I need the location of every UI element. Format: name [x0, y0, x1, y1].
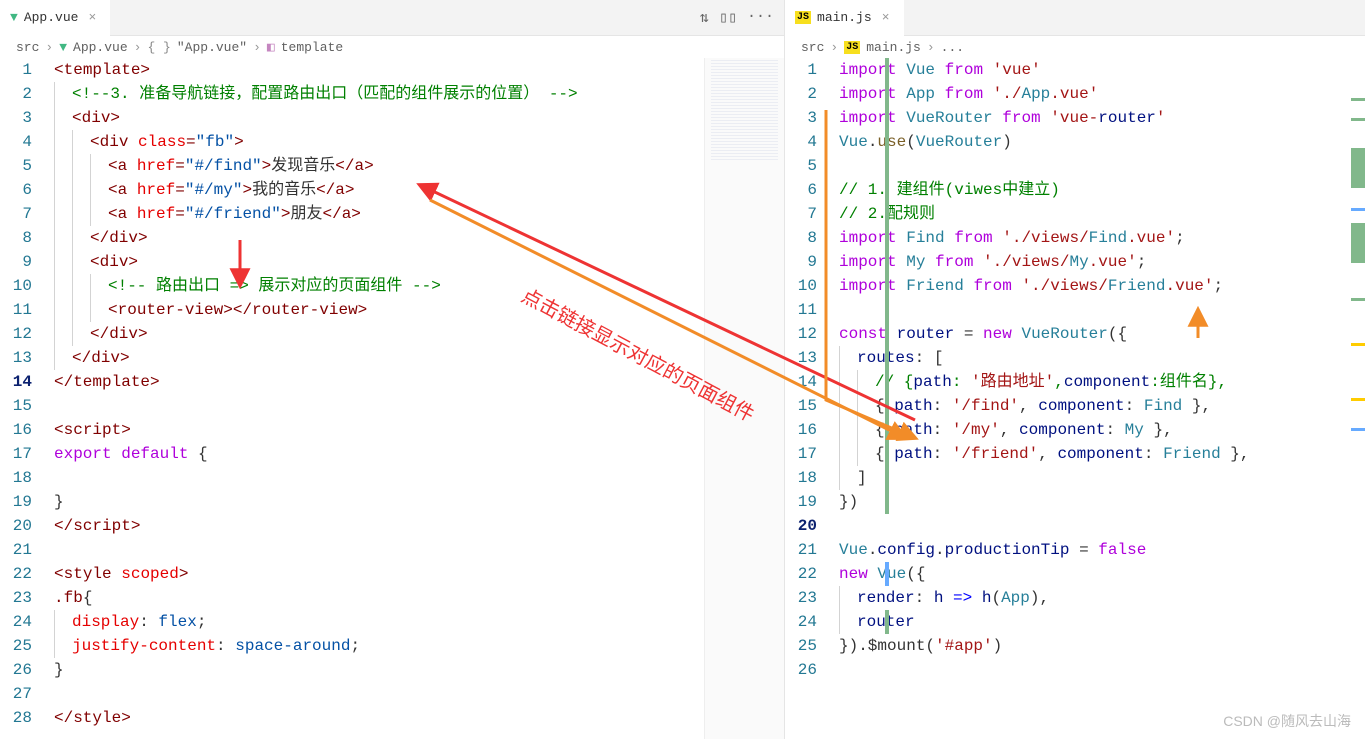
tab-app-vue[interactable]: ▼ App.vue ×	[0, 0, 110, 36]
code-line[interactable]: </div>	[54, 322, 704, 346]
code-line[interactable]: import App from './App.vue'	[839, 82, 1351, 106]
breadcrumb-left[interactable]: src› ▼ App.vue› { } "App.vue"› ◧ templat…	[0, 36, 784, 58]
code-line[interactable]: { path: '/friend', component: Friend },	[839, 442, 1351, 466]
code-line[interactable]: ]	[839, 466, 1351, 490]
code-line[interactable]	[839, 154, 1351, 178]
code-line[interactable]: </script>	[54, 514, 704, 538]
code-line[interactable]: }).$mount('#app')	[839, 634, 1351, 658]
code-line[interactable]: display: flex;	[54, 610, 704, 634]
code-line[interactable]: <div>	[54, 106, 704, 130]
code-area[interactable]: import Vue from 'vue'import App from './…	[835, 58, 1351, 739]
code-line[interactable]: </template>	[54, 370, 704, 394]
close-icon[interactable]: ×	[84, 10, 100, 25]
code-line[interactable]: <a href="#/find">发现音乐</a>	[54, 154, 704, 178]
vue-icon: ▼	[10, 10, 18, 25]
code-line[interactable]: import My from './views/My.vue';	[839, 250, 1351, 274]
js-icon: JS	[844, 41, 860, 54]
tab-main-js[interactable]: JS main.js ×	[785, 0, 904, 36]
code-line[interactable]: <!-- 路由出口 => 展示对应的页面组件 -->	[54, 274, 704, 298]
template-icon: ◧	[267, 40, 275, 55]
code-line[interactable]	[54, 682, 704, 706]
code-line[interactable]: render: h => h(App),	[839, 586, 1351, 610]
tab-actions: ⇅ ▯▯ ···	[700, 8, 784, 27]
code-line[interactable]: import Friend from './views/Friend.vue';	[839, 274, 1351, 298]
code-line[interactable]: new Vue({	[839, 562, 1351, 586]
line-gutter: 1234567891011121314151617181920212223242…	[785, 58, 835, 739]
code-line[interactable]: }	[54, 658, 704, 682]
js-icon: JS	[795, 11, 811, 24]
code-line[interactable]: import Vue from 'vue'	[839, 58, 1351, 82]
code-line[interactable]: <template>	[54, 58, 704, 82]
code-line[interactable]: // 1. 建组件(viwes中建立)	[839, 178, 1351, 202]
tab-bar-left: ▼ App.vue × ⇅ ▯▯ ···	[0, 0, 784, 36]
code-editor-left[interactable]: 1234567891011121314151617181920212223242…	[0, 58, 784, 739]
split-editor-icon[interactable]: ▯▯	[719, 8, 737, 27]
overview-ruler[interactable]	[1351, 58, 1365, 739]
close-icon[interactable]: ×	[878, 10, 894, 25]
code-line[interactable]: <router-view></router-view>	[54, 298, 704, 322]
code-line[interactable]: { path: '/find', component: Find },	[839, 394, 1351, 418]
code-line[interactable]: // {path: '路由地址',component:组件名},	[839, 370, 1351, 394]
version-control-icon[interactable]: ⇅	[700, 8, 709, 27]
code-line[interactable]: </div>	[54, 346, 704, 370]
code-line[interactable]: .fb{	[54, 586, 704, 610]
code-line[interactable]: }	[54, 490, 704, 514]
code-line[interactable]: <div>	[54, 250, 704, 274]
code-line[interactable]: import Find from './views/Find.vue';	[839, 226, 1351, 250]
editor-pane-left: ▼ App.vue × ⇅ ▯▯ ··· src› ▼ App.vue› { }…	[0, 0, 785, 739]
code-line[interactable]: Vue.use(VueRouter)	[839, 130, 1351, 154]
code-line[interactable]: <!--3. 准备导航链接，配置路由出口（匹配的组件展示的位置） -->	[54, 82, 704, 106]
code-line[interactable]	[839, 514, 1351, 538]
code-line[interactable]	[839, 298, 1351, 322]
code-line[interactable]: <div class="fb">	[54, 130, 704, 154]
code-line[interactable]: routes: [	[839, 346, 1351, 370]
code-line[interactable]: <a href="#/my">我的音乐</a>	[54, 178, 704, 202]
watermark: CSDN @随风去山海	[1223, 711, 1351, 731]
code-line[interactable]: const router = new VueRouter({	[839, 322, 1351, 346]
code-line[interactable]: Vue.config.productionTip = false	[839, 538, 1351, 562]
editor-pane-right: JS main.js × src› JS main.js› ... 123456…	[785, 0, 1365, 739]
breadcrumb-right[interactable]: src› JS main.js› ...	[785, 36, 1365, 58]
code-line[interactable]: })	[839, 490, 1351, 514]
code-line[interactable]	[54, 466, 704, 490]
code-line[interactable]: // 2.配规则	[839, 202, 1351, 226]
code-line[interactable]: <a href="#/friend">朋友</a>	[54, 202, 704, 226]
code-line[interactable]	[839, 658, 1351, 682]
code-line[interactable]: export default {	[54, 442, 704, 466]
code-line[interactable]: import VueRouter from 'vue-router'	[839, 106, 1351, 130]
tab-bar-right: JS main.js ×	[785, 0, 1365, 36]
code-line[interactable]: </div>	[54, 226, 704, 250]
code-editor-right[interactable]: 1234567891011121314151617181920212223242…	[785, 58, 1365, 739]
code-line[interactable]: <script>	[54, 418, 704, 442]
code-line[interactable]: { path: '/my', component: My },	[839, 418, 1351, 442]
code-line[interactable]: <style scoped>	[54, 562, 704, 586]
code-line[interactable]: router	[839, 610, 1351, 634]
vue-icon: ▼	[59, 40, 67, 55]
line-gutter: 1234567891011121314151617181920212223242…	[0, 58, 50, 739]
code-line[interactable]: </style>	[54, 706, 704, 730]
more-icon[interactable]: ···	[747, 8, 774, 27]
tab-label: App.vue	[24, 10, 79, 25]
minimap[interactable]	[704, 58, 784, 739]
braces-icon: { }	[147, 40, 170, 55]
code-line[interactable]: justify-content: space-around;	[54, 634, 704, 658]
code-area[interactable]: <template><!--3. 准备导航链接，配置路由出口（匹配的组件展示的位…	[50, 58, 704, 739]
tab-label: main.js	[817, 10, 872, 25]
code-line[interactable]	[54, 394, 704, 418]
code-line[interactable]	[54, 538, 704, 562]
